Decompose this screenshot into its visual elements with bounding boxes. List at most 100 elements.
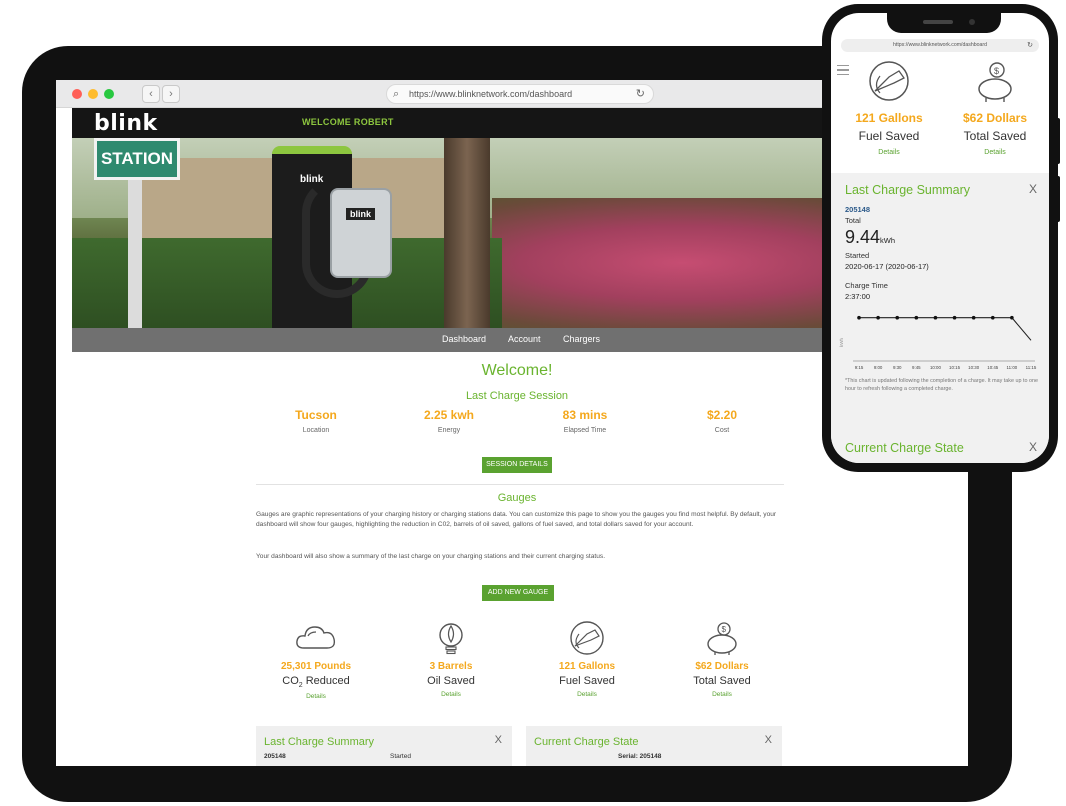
nav-chargers[interactable]: Chargers: [563, 334, 600, 344]
gauge-savings-label: Total Saved: [693, 675, 751, 687]
chart-y-axis-label: kWh: [839, 338, 844, 347]
stat-location-value: Tucson: [295, 408, 337, 422]
reload-icon[interactable]: ↻: [636, 85, 645, 103]
phone-total-label: Total: [845, 216, 861, 225]
charger-unit-brand: blink: [346, 208, 376, 220]
chart-x-tick-label: 10:00: [930, 365, 942, 370]
phone-current-state-close-button[interactable]: X: [1029, 440, 1037, 454]
add-new-gauge-button[interactable]: ADD NEW GAUGE: [482, 585, 554, 601]
gauge-fuel: 121 Gallons Fuel Saved Details: [532, 620, 642, 698]
stat-energy-label: Energy: [437, 427, 461, 434]
phone-gauge-fuel-label: Fuel Saved: [858, 129, 920, 143]
svg-text:$: $: [994, 66, 999, 76]
chart-series-line: [859, 317, 1032, 341]
window-close-button[interactable]: [72, 89, 82, 99]
charger-unit: blink: [330, 188, 392, 278]
phone-camera: [969, 19, 975, 25]
gauge-oil-value: 3 Barrels: [429, 661, 473, 672]
phone-frame: https://www.blinknetwork.com/dashboard ↻…: [822, 4, 1058, 472]
chart-x-tick-label: 10:15: [949, 365, 961, 370]
chart-x-tick-label: 9:00: [874, 365, 883, 370]
phone-charge-time-label: Charge Time: [845, 281, 888, 290]
phone-gauge-savings-label: Total Saved: [963, 129, 1027, 143]
chart-x-tick-label: 10:30: [968, 365, 980, 370]
phone-total-number: 9.44: [845, 227, 881, 247]
phone-current-charge-state: Current Charge State X: [831, 431, 1049, 463]
fuel-nozzle-icon: [869, 61, 909, 101]
session-details-button[interactable]: SESSION DETAILS: [482, 457, 552, 473]
gauge-co2-label-rest: Reduced: [302, 675, 350, 687]
chart-point: [1010, 315, 1014, 320]
chart-point: [933, 315, 938, 320]
gauge-co2-label-main: CO: [282, 675, 299, 687]
back-button[interactable]: ‹: [142, 85, 160, 103]
chart-x-tick-label: 10:45: [987, 365, 999, 370]
phone-gauge-savings-value: $62 Dollars: [962, 111, 1028, 125]
chart-point: [914, 315, 919, 320]
gauge-co2: 25,301 Pounds CO2 Reduced Details: [261, 620, 371, 700]
chart-point: [990, 315, 995, 320]
gauge-fuel-details-link[interactable]: Details: [532, 691, 642, 698]
phone-total-unit: kWh: [880, 236, 896, 245]
address-bar-url: https://www.blinknetwork.com/dashboard: [409, 89, 573, 99]
nav-account[interactable]: Account: [508, 334, 541, 344]
gauge-savings-details-link[interactable]: Details: [667, 691, 777, 698]
phone-reload-icon[interactable]: ↻: [1027, 39, 1033, 52]
phone-address-bar[interactable]: https://www.blinknetwork.com/dashboard ↻: [841, 39, 1039, 52]
phone-address-url: https://www.blinknetwork.com/dashboard: [893, 42, 987, 48]
stat-energy: 2.25 kwh Energy: [389, 408, 509, 434]
stat-energy-value: 2.25 kwh: [423, 408, 475, 422]
gauge-oil-details-link[interactable]: Details: [396, 691, 506, 698]
welcome-title: Welcome!: [481, 362, 553, 379]
oil-drop-icon: [439, 623, 463, 655]
phone-started-label: Started: [845, 251, 870, 260]
forward-button[interactable]: ›: [162, 85, 180, 103]
gauge-fuel-value: 121 Gallons: [558, 661, 616, 672]
phone-screen: https://www.blinknetwork.com/dashboard ↻…: [831, 13, 1049, 463]
hero-sign-pole: [128, 158, 142, 328]
welcome-user-text: WELCOME ROBERT: [302, 117, 394, 127]
chart-point: [857, 315, 861, 320]
svg-text:$: $: [722, 625, 727, 634]
stat-elapsed: 83 mins Elapsed Time: [525, 408, 645, 434]
gauge-savings-value: $62 Dollars: [695, 661, 749, 672]
chart-point: [876, 315, 880, 320]
piggy-bank-icon: $: [707, 622, 737, 655]
current-charge-serial: Serial: 205148: [618, 753, 662, 760]
energy-line-chart: kWh 9:15 9:00 9:30 9:45 10:00 10:15 10:30 10:45…: [839, 315, 1037, 370]
gauge-co2-value: 25,301 Pounds: [280, 661, 352, 672]
window-minimize-button[interactable]: [88, 89, 98, 99]
gauge-co2-label: CO2 Reduced: [261, 675, 371, 689]
chart-x-tick-label: 9:30: [893, 365, 902, 370]
phone-notch: [887, 13, 1001, 33]
window-maximize-button[interactable]: [104, 89, 114, 99]
phone-gauge-fuel-details-link[interactable]: Details: [839, 149, 939, 156]
phone-summary-close-button[interactable]: X: [1029, 182, 1037, 196]
last-charge-close-button[interactable]: X: [495, 734, 502, 746]
nav-dashboard[interactable]: Dashboard: [442, 334, 486, 344]
search-icon: ⌕: [393, 88, 400, 100]
stat-cost: $2.20 Cost: [662, 408, 782, 434]
phone-summary-title: Last Charge Summary: [845, 183, 971, 197]
phone-speaker: [923, 20, 953, 24]
station-sign: STATION: [94, 138, 180, 180]
divider: [256, 484, 784, 485]
chart-point: [895, 315, 900, 320]
phone-gauge-savings: $ $62 Dollars Total Saved Details: [945, 59, 1045, 156]
phone-gauge-savings-details-link[interactable]: Details: [945, 149, 1045, 156]
hero-tree-trunk: [444, 138, 490, 328]
blink-logo[interactable]: blink: [94, 111, 158, 136]
phone-gauge-fuel-value: 121 Gallons: [855, 111, 923, 125]
chart-point: [971, 315, 976, 320]
current-charge-state-panel: Current Charge State X Serial: 205148: [526, 726, 782, 766]
gauge-co2-details-link[interactable]: Details: [261, 693, 371, 700]
address-bar[interactable]: ⌕ https://www.blinknetwork.com/dashboard…: [386, 84, 654, 104]
gauges-title: Gauges: [497, 492, 537, 504]
current-charge-close-button[interactable]: X: [765, 734, 772, 746]
phone-summary-serial: 205148: [845, 205, 871, 214]
phone-started-value: 2020-06-17 (2020-06-17): [845, 262, 929, 271]
phone-charge-time-value: 2:37:00: [845, 292, 871, 301]
phone-chart-note: *This chart is updated following the com…: [845, 378, 1038, 392]
chart-x-tick-label: 11:15: [1026, 365, 1037, 370]
last-session-title: Last Charge Session: [465, 390, 569, 402]
